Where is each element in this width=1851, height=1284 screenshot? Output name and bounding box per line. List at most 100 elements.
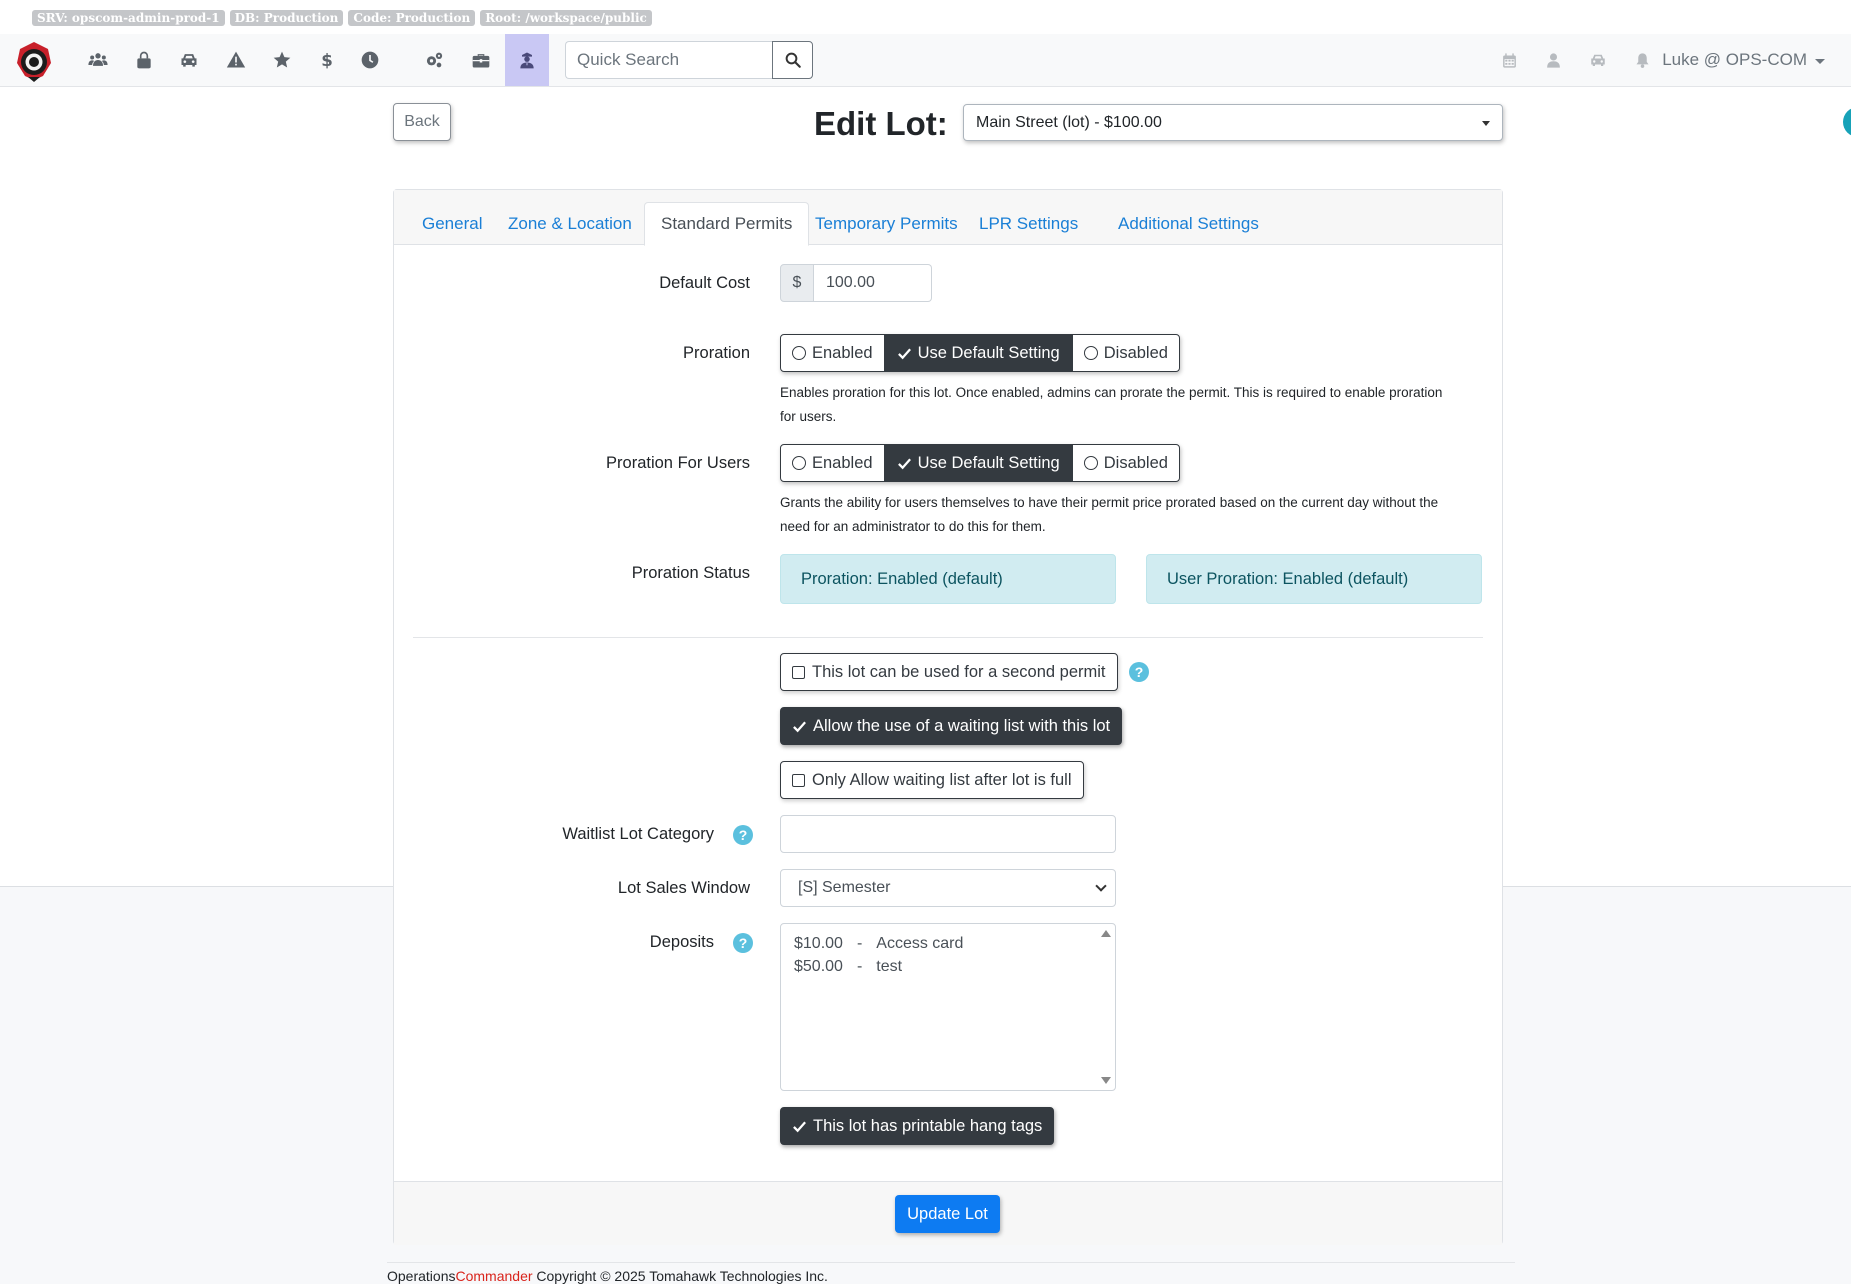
deposits-multiselect[interactable]: $10.00 - Access card $50.00 - test [780, 923, 1116, 1091]
search-button[interactable] [772, 41, 813, 79]
deposit-amount: $10.00 [794, 935, 843, 952]
toggle-label: This lot has printable hang tags [813, 1116, 1043, 1135]
tab-standard-permits[interactable]: Standard Permits [644, 202, 810, 246]
tab-zone-location[interactable]: Zone & Location [491, 202, 649, 245]
proration-enabled-option[interactable]: Enabled [780, 334, 885, 372]
option-label: Use Default Setting [917, 453, 1060, 472]
hang-tags-toggle[interactable]: This lot has printable hang tags [780, 1107, 1055, 1145]
user-menu-label: Luke @ OPS-COM [1662, 50, 1807, 69]
default-cost-input[interactable]: 100.00 [814, 264, 932, 302]
warning-icon[interactable] [214, 34, 258, 86]
check-icon [897, 348, 911, 359]
sales-window-select[interactable]: [S] Semester [780, 869, 1116, 907]
sales-window-value: [S] Semester [798, 879, 891, 896]
option-label: Disabled [1103, 453, 1168, 472]
env-badge-root: Root: /workspace/public [480, 10, 652, 26]
list-item[interactable]: $50.00 - test [794, 955, 1102, 978]
proration-users-button-group: Enabled Use Default Setting Disabled [780, 444, 1180, 482]
app-logo[interactable] [12, 39, 56, 83]
car-icon[interactable] [1576, 34, 1620, 86]
tab-additional-settings[interactable]: Additional Settings [1101, 202, 1276, 245]
page-title: Edit Lot: [814, 105, 948, 142]
lot-selector[interactable]: Main Street (lot) - $100.00 [963, 104, 1503, 141]
checkbox-icon [792, 773, 805, 787]
tab-general[interactable]: General [405, 202, 499, 245]
help-line: Enables proration for this lot. Once ena… [780, 385, 1443, 400]
check-icon [897, 458, 911, 469]
bell-icon[interactable] [1620, 34, 1664, 86]
dollar-icon[interactable]: $ [305, 34, 349, 86]
radio-icon [1083, 346, 1098, 360]
scroll-up-arrow-icon[interactable] [1101, 930, 1111, 937]
lock-icon[interactable] [122, 34, 166, 86]
proration-users-help-text: Grants the ability for users themselves … [780, 491, 1438, 539]
search-icon [785, 52, 801, 68]
proration-status-alert: Proration: Enabled (default) [780, 554, 1116, 604]
car-icon[interactable] [167, 34, 211, 86]
deposit-separator: - [856, 958, 863, 975]
toggle-label: Allow the use of a waiting list with thi… [813, 716, 1111, 735]
help-line: need for an administrator to do this for… [780, 519, 1046, 534]
officer-icon[interactable] [505, 34, 549, 86]
waiting-list-after-full-toggle[interactable]: Only Allow waiting list after lot is ful… [780, 761, 1084, 799]
toolbox-icon[interactable] [459, 34, 503, 86]
toggle-label: Only Allow waiting list after lot is ful… [812, 770, 1072, 789]
option-label: Enabled [812, 343, 873, 362]
proration-button-group: Enabled Use Default Setting Disabled [780, 334, 1180, 372]
help-icon[interactable]: ? [733, 933, 753, 953]
waitlist-category-label: Waitlist Lot Category [562, 825, 714, 843]
waitlist-category-input[interactable] [780, 815, 1116, 853]
list-item[interactable]: $10.00 - Access card [794, 932, 1102, 955]
proration-users-enabled-option[interactable]: Enabled [780, 444, 885, 482]
proration-default-option[interactable]: Use Default Setting [884, 334, 1072, 372]
clock-icon[interactable] [348, 34, 392, 86]
help-icon[interactable]: ? [733, 825, 753, 845]
environment-bar: SRV: opscom-admin-prod-1 DB: Production … [32, 10, 652, 26]
section-divider [413, 637, 1483, 638]
deposit-name: test [876, 958, 903, 975]
caret-down-icon [1482, 121, 1490, 126]
option-label: Use Default Setting [917, 343, 1060, 362]
calendar-icon[interactable] [1487, 34, 1531, 86]
waiting-list-toggle[interactable]: Allow the use of a waiting list with thi… [780, 707, 1123, 745]
cogs-icon[interactable] [412, 34, 456, 86]
footer-copyright: Copyright © 2025 Tomahawk Technologies I… [532, 1268, 828, 1284]
second-permit-toggle[interactable]: This lot can be used for a second permit [780, 653, 1118, 691]
option-label: Disabled [1103, 343, 1168, 362]
help-icon[interactable]: ? [1129, 662, 1149, 682]
scroll-down-arrow-icon[interactable] [1101, 1077, 1111, 1084]
back-button[interactable]: Back [393, 103, 451, 141]
default-cost-group: $ 100.00 [780, 264, 932, 302]
users-icon[interactable] [76, 34, 120, 86]
update-lot-button[interactable]: Update Lot [895, 1195, 1000, 1233]
proration-disabled-option[interactable]: Disabled [1071, 334, 1180, 372]
deposit-separator: - [856, 935, 863, 952]
proration-help-text: Enables proration for this lot. Once ena… [780, 381, 1442, 429]
env-badge-server: SRV: opscom-admin-prod-1 [32, 10, 225, 26]
footer-brand-operations: Operations [387, 1268, 456, 1284]
deposit-name: Access card [876, 935, 964, 952]
star-icon[interactable] [260, 34, 304, 86]
quick-search-input[interactable] [565, 41, 773, 79]
user-proration-status-alert: User Proration: Enabled (default) [1146, 554, 1482, 604]
user-menu-dropdown[interactable]: Luke @ OPS-COM [1662, 34, 1825, 86]
proration-users-default-option[interactable]: Use Default Setting [884, 444, 1072, 482]
check-icon [793, 1121, 806, 1132]
chevron-down-icon [1095, 880, 1107, 892]
user-icon[interactable] [1531, 34, 1575, 86]
env-badge-code: Code: Production [348, 10, 476, 26]
checkbox-icon [792, 665, 805, 679]
tab-temporary-permits[interactable]: Temporary Permits [798, 202, 975, 245]
footer-brand-commander: Commander [455, 1268, 533, 1284]
tab-lpr-settings[interactable]: LPR Settings [962, 202, 1095, 245]
sales-window-label: Lot Sales Window [617, 879, 750, 897]
help-line: for users. [780, 409, 837, 424]
radio-icon [1083, 456, 1098, 470]
help-widget-button[interactable] [1843, 107, 1851, 137]
proration-users-disabled-option[interactable]: Disabled [1071, 444, 1180, 482]
top-navbar: $ Luke @ OPS-COM [0, 34, 1851, 87]
lot-selector-value: Main Street (lot) - $100.00 [976, 113, 1162, 131]
deposit-amount: $50.00 [794, 958, 843, 975]
currency-prefix: $ [780, 264, 814, 302]
proration-label: Proration [683, 344, 750, 362]
